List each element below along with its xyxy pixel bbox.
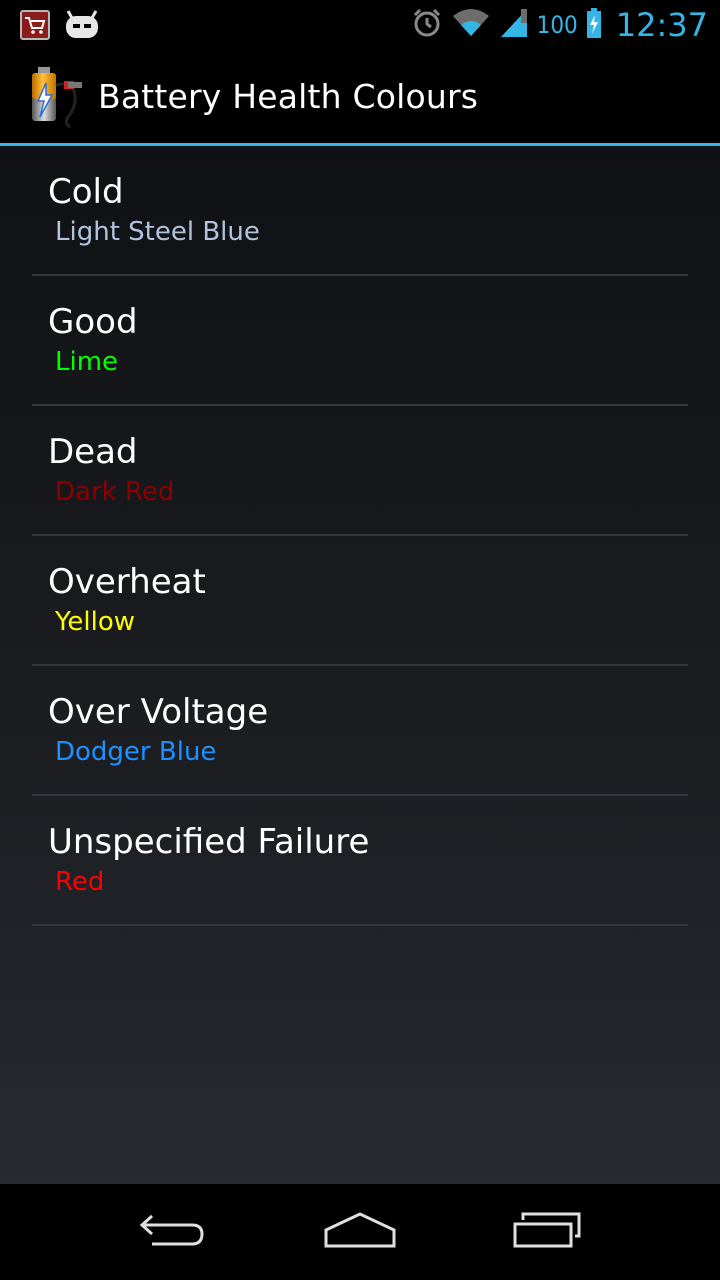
back-icon	[138, 1210, 208, 1254]
list-item-subtitle: Yellow	[55, 607, 136, 637]
list-item-title: Overheat	[48, 562, 206, 602]
list-item-dead[interactable]: Dead Dark Red	[32, 406, 688, 536]
home-icon	[322, 1210, 398, 1254]
alarm-icon	[411, 7, 443, 43]
health-colour-list: Cold Light Steel Blue Good Lime Dead Dar…	[0, 146, 720, 926]
home-button[interactable]	[310, 1202, 410, 1262]
battery-percent: 100	[536, 11, 578, 39]
system-icons: 100 12:37	[411, 6, 708, 44]
battery-charging-icon	[586, 8, 602, 42]
list-item-title: Cold	[48, 172, 124, 212]
recents-icon	[511, 1210, 583, 1254]
notification-area[interactable]	[20, 10, 100, 40]
list-item-title: Unspecified Failure	[48, 822, 370, 862]
cyanogenmod-notification-icon	[64, 10, 100, 40]
clock: 12:37	[615, 6, 708, 44]
action-bar: Battery Health Colours	[0, 50, 720, 146]
list-item-cold[interactable]: Cold Light Steel Blue	[32, 146, 688, 276]
content-area: Cold Light Steel Blue Good Lime Dead Dar…	[0, 146, 720, 1184]
list-item-subtitle: Dark Red	[55, 477, 175, 507]
list-item-overheat[interactable]: Overheat Yellow	[32, 536, 688, 666]
list-item-good[interactable]: Good Lime	[32, 276, 688, 406]
battery-app-icon[interactable]	[24, 65, 86, 129]
list-item-title: Dead	[48, 432, 138, 472]
recents-button[interactable]	[497, 1202, 597, 1262]
list-item-subtitle: Dodger Blue	[55, 737, 217, 767]
list-item-unspecified-failure[interactable]: Unspecified Failure Red	[32, 796, 688, 926]
wifi-icon	[451, 8, 491, 42]
list-item-title: Over Voltage	[48, 692, 269, 732]
signal-icon	[499, 7, 529, 43]
status-bar: 100 12:37	[0, 0, 720, 50]
navigation-bar	[0, 1184, 720, 1280]
list-item-title: Good	[48, 302, 138, 342]
page-title: Battery Health Colours	[98, 77, 479, 116]
list-item-subtitle: Light Steel Blue	[55, 217, 260, 247]
back-button[interactable]	[123, 1202, 223, 1262]
list-item-subtitle: Red	[55, 867, 105, 897]
store-notification-icon	[20, 10, 50, 40]
list-item-over-voltage[interactable]: Over Voltage Dodger Blue	[32, 666, 688, 796]
list-item-subtitle: Lime	[55, 347, 119, 377]
